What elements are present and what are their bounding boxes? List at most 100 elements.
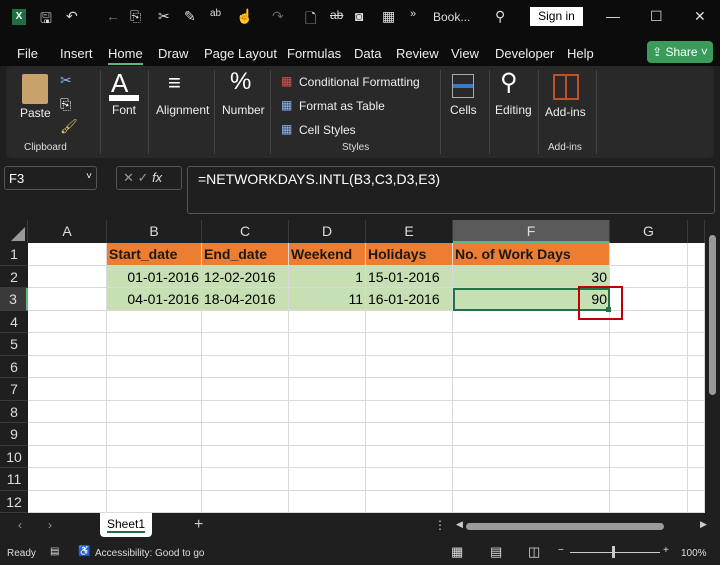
column-header-F[interactable]: F <box>453 220 610 243</box>
row-header-9[interactable]: 9 <box>0 423 28 446</box>
row-header-4[interactable]: 4 <box>0 310 28 333</box>
cell[interactable] <box>202 468 289 491</box>
cell[interactable] <box>107 468 202 491</box>
cell[interactable] <box>289 355 366 378</box>
table-data-cell[interactable]: 30 <box>453 265 610 288</box>
cell[interactable] <box>107 400 202 423</box>
cell[interactable] <box>107 445 202 468</box>
redo-icon[interactable]: ↷ <box>272 8 284 25</box>
cell[interactable] <box>289 310 366 333</box>
cell[interactable] <box>610 468 688 491</box>
menu-help[interactable]: Help <box>567 46 594 61</box>
menu-draw[interactable]: Draw <box>158 46 188 61</box>
share-button[interactable]: ⇪ Share ˅ <box>647 41 713 63</box>
table-header-cell[interactable]: End_date <box>202 243 289 266</box>
cell[interactable] <box>688 355 705 378</box>
cell[interactable] <box>28 243 107 266</box>
cell[interactable] <box>289 378 366 401</box>
sheet-tab-sheet1[interactable]: Sheet1 <box>100 513 152 537</box>
menu-home[interactable]: Home <box>108 46 143 65</box>
cell[interactable] <box>688 310 705 333</box>
format-as-table-button[interactable]: Format as Table <box>299 99 385 113</box>
cell[interactable] <box>610 400 688 423</box>
cell[interactable] <box>289 468 366 491</box>
row-header-3[interactable]: 3 <box>0 288 28 311</box>
cell[interactable] <box>202 400 289 423</box>
cell[interactable] <box>366 423 453 446</box>
cell[interactable] <box>289 400 366 423</box>
cancel-icon[interactable]: ✕ <box>123 170 134 185</box>
row-header-12[interactable]: 12 <box>0 490 28 513</box>
accessibility-status[interactable]: Accessibility: Good to go <box>95 548 205 559</box>
cell[interactable] <box>107 378 202 401</box>
close-icon[interactable]: ✕ <box>694 8 706 25</box>
next-sheet-icon[interactable]: › <box>48 518 52 532</box>
normal-view-icon[interactable]: ▦ <box>451 544 463 560</box>
menu-formulas[interactable]: Formulas <box>287 46 341 61</box>
cell[interactable] <box>366 378 453 401</box>
cut-icon[interactable]: ✂ <box>60 72 72 89</box>
scroll-thumb[interactable] <box>709 235 716 395</box>
zoom-out-icon[interactable]: − <box>558 545 564 556</box>
cell[interactable] <box>28 468 107 491</box>
cell[interactable] <box>453 333 610 356</box>
search-icon[interactable]: ⚲ <box>495 8 505 25</box>
chevron-down-icon[interactable]: ˅ <box>86 171 92 182</box>
cell[interactable] <box>202 355 289 378</box>
menu-developer[interactable]: Developer <box>495 46 554 61</box>
formula-input[interactable]: =NETWORKDAYS.INTL(B3,C3,D3,E3) <box>187 166 715 214</box>
cell[interactable] <box>688 423 705 446</box>
select-all[interactable] <box>0 220 28 243</box>
cell[interactable] <box>28 333 107 356</box>
cell[interactable] <box>453 445 610 468</box>
save-icon[interactable]: 🖫 <box>40 8 52 32</box>
table-data-cell[interactable]: 15-01-2016 <box>366 265 453 288</box>
copy-icon[interactable]: ⎘ <box>130 8 141 25</box>
cell[interactable] <box>688 265 705 288</box>
minimize-icon[interactable]: — <box>606 8 620 24</box>
table-data-cell[interactable]: 04-01-2016 <box>107 288 202 311</box>
new-file-icon[interactable]: 🗋 <box>305 8 316 32</box>
cell[interactable] <box>289 445 366 468</box>
touch-icon[interactable]: ☝ <box>236 8 253 25</box>
form-icon[interactable]: ▦ <box>382 8 395 25</box>
cell[interactable] <box>28 310 107 333</box>
cell[interactable] <box>453 355 610 378</box>
page-layout-view-icon[interactable]: ▤ <box>490 544 502 560</box>
row-header-6[interactable]: 6 <box>0 355 28 378</box>
vertical-scrollbar[interactable] <box>705 220 720 513</box>
table-data-cell[interactable]: 11 <box>289 288 366 311</box>
row-header-10[interactable]: 10 <box>0 445 28 468</box>
cell[interactable] <box>688 333 705 356</box>
cell[interactable] <box>202 490 289 513</box>
cell[interactable] <box>453 378 610 401</box>
cell[interactable] <box>366 445 453 468</box>
menu-file[interactable]: File <box>17 46 38 61</box>
row-header-7[interactable]: 7 <box>0 378 28 401</box>
macro-icon[interactable]: ▤ <box>50 546 59 557</box>
row-header-5[interactable]: 5 <box>0 333 28 356</box>
column-header-B[interactable]: B <box>107 220 202 243</box>
conditional-formatting-button[interactable]: Conditional Formatting <box>299 75 420 89</box>
font-button[interactable]: Font <box>112 103 136 117</box>
horizontal-scrollbar[interactable] <box>466 523 664 530</box>
scroll-right-icon[interactable]: ▶ <box>700 519 707 530</box>
row-header-11[interactable]: 11 <box>0 468 28 491</box>
column-header-A[interactable]: A <box>28 220 107 243</box>
zoom-slider-thumb[interactable] <box>612 546 615 558</box>
cell[interactable] <box>107 490 202 513</box>
cell[interactable] <box>366 333 453 356</box>
cell[interactable] <box>610 378 688 401</box>
row-header-2[interactable]: 2 <box>0 265 28 288</box>
menu-review[interactable]: Review <box>396 46 439 61</box>
scroll-left-icon[interactable]: ◀ <box>456 519 463 530</box>
paste-icon[interactable] <box>22 74 48 104</box>
number-button[interactable]: Number <box>222 103 265 117</box>
cell[interactable] <box>610 490 688 513</box>
cell[interactable] <box>610 445 688 468</box>
column-header-E[interactable]: E <box>366 220 453 243</box>
fx-icon[interactable]: fx <box>152 170 162 185</box>
cell[interactable] <box>202 333 289 356</box>
menu-page-layout[interactable]: Page Layout <box>204 46 277 61</box>
cell[interactable] <box>366 355 453 378</box>
